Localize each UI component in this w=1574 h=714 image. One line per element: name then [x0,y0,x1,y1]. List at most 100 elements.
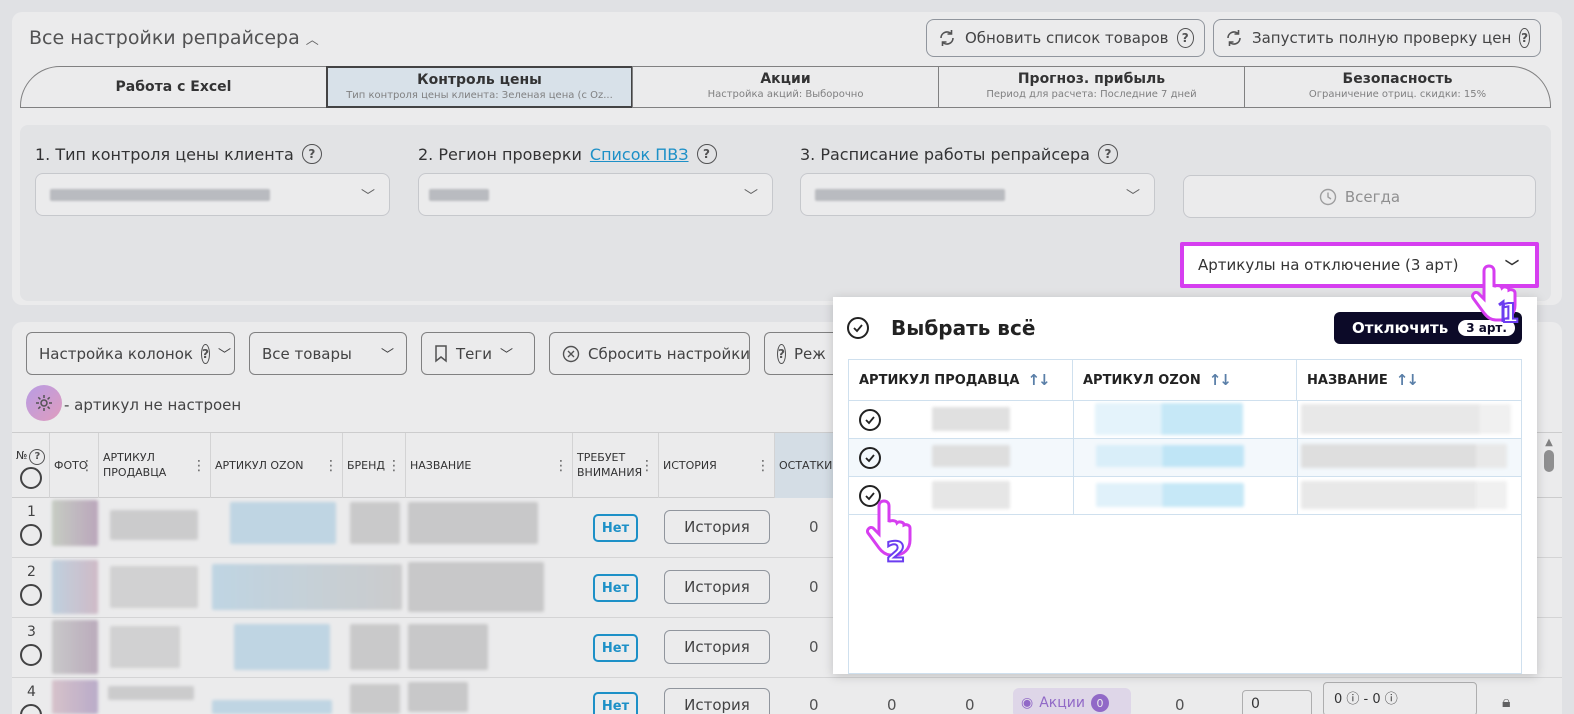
col-header-text: ТРЕБУЕТ ВНИМАНИЯ [577,451,643,479]
attention-badge[interactable]: Нет [593,514,638,542]
disable-button-label: Отключить [1352,319,1449,337]
price-input[interactable]: 0 [1242,690,1312,714]
attention-badge[interactable]: Нет [593,574,638,602]
more-vertical-icon[interactable]: ⋮ [640,459,654,473]
clock-icon [1319,188,1337,206]
article-row[interactable] [849,401,1521,439]
tags-filter[interactable]: Теги ﹀ [421,332,535,375]
price-range-field[interactable]: 0 ⓘ - 0 ⓘ [1323,682,1477,714]
field-label-text: 2. Регион проверки [418,144,582,164]
help-icon[interactable]: ? [29,449,46,465]
row-select-radio[interactable] [20,524,42,546]
check-circle-icon[interactable] [859,409,881,431]
help-icon[interactable]: ? [696,144,717,164]
product-photo [52,560,98,614]
scroll-up-icon[interactable]: ▲ [1543,437,1555,448]
columns-settings-button[interactable]: Настройка колонок ? ﹀ [26,332,235,375]
attention-badge[interactable]: Нет [593,692,638,714]
page-title[interactable]: Все настройки репрайсера ︿ [29,27,319,49]
table-row[interactable]: 4 Нет История 0 0 0 ◉ Акции 0 0 0 0 ⓘ - … [12,678,1562,714]
scrollbar-thumb[interactable] [1544,450,1554,472]
promo-button[interactable]: ◉ Акции 0 [1013,688,1131,714]
col-name[interactable]: НАЗВАНИЕ ↑↓ [1297,360,1521,401]
col-seller-article[interactable]: АРТИКУЛ ПРОДАВЦА ↑↓ [849,360,1073,401]
blurred-seller-article [110,626,180,668]
col-header-text: № [16,449,28,462]
tab-promotions[interactable]: Акции Настройка акций: Выборочно [632,66,939,108]
promo-count-badge: 0 [1090,694,1109,712]
help-icon[interactable]: ? [301,144,322,164]
more-vertical-icon[interactable]: ⋮ [192,459,206,473]
tab-price-control[interactable]: Контроль цены Тип контроля цены клиента:… [326,66,633,108]
select-all-radio[interactable] [20,467,42,489]
tab-sublabel: Тип контроля цены клиента: Зеленая цена … [346,90,613,101]
full-price-check-label: Запустить полную проверку цен [1252,29,1512,47]
cell-value: 0 [965,696,975,714]
row-select-radio[interactable] [20,584,42,606]
check-circle-icon[interactable] [847,317,869,339]
help-icon[interactable]: ? [1519,28,1530,48]
all-goods-filter[interactable]: Все товары ﹀ [249,332,407,375]
tab-sublabel: Период для расчета: Последние 7 дней [986,89,1197,100]
step-number: 2 [886,535,905,565]
attention-badge[interactable]: Нет [593,634,638,662]
refresh-goods-button[interactable]: Обновить список товаров ? [926,19,1205,57]
tab-security[interactable]: Безопасность Ограничение отриц. скидки: … [1244,66,1551,108]
history-button[interactable]: История [664,630,770,664]
reset-settings-button[interactable]: Сбросить настройки [549,332,750,375]
blurred-name [1301,481,1507,509]
schedule-select[interactable]: ﹀ [800,173,1155,216]
always-schedule-field[interactable]: Всегда [1183,175,1536,218]
blurred-ozon-article [212,700,332,714]
history-button[interactable]: История [664,510,770,544]
article-row[interactable] [849,439,1521,477]
tab-label: Безопасность [1342,71,1453,87]
blurred-name [408,562,544,612]
tab-excel[interactable]: Работа с Excel [20,66,327,108]
lock-icon[interactable]: 🔒︎ [1502,692,1511,712]
blurred-brand [350,684,400,714]
row-select-radio[interactable] [20,704,42,714]
more-vertical-icon[interactable]: ⋮ [387,459,401,473]
field-price-control-type-label: 1. Тип контроля цены клиента ? [35,144,322,164]
sort-icon[interactable]: ↑↓ [1209,371,1232,389]
help-icon[interactable]: ? [200,343,210,364]
check-circle-icon[interactable] [859,447,881,469]
col-header-text: АРТИКУЛ ПРОДАВЦА [859,372,1020,388]
row-number: 3 [27,624,36,640]
pvz-list-link[interactable]: Список ПВЗ [590,145,689,164]
sort-icon[interactable]: ↑↓ [1027,371,1050,389]
select-all-control[interactable]: Выбрать всё [847,316,1035,340]
region-select[interactable]: ﹀ [418,173,773,216]
price-control-type-select[interactable]: ﹀ [35,173,390,216]
col-seller-article: АРТИКУЛ ПРОДАВЦА ⋮ [99,433,211,499]
mode-label: Реж [793,344,826,363]
field-region-label: 2. Регион проверки Список ПВЗ ? [418,144,717,164]
row-number: 4 [27,684,36,700]
blurred-value [50,189,270,201]
more-vertical-icon[interactable]: ⋮ [756,459,770,473]
mode-button[interactable]: ? Реж [764,332,834,375]
col-number: № ? [12,433,50,499]
history-button[interactable]: История [664,570,770,604]
history-button[interactable]: История [664,688,770,714]
col-ozon-article[interactable]: АРТИКУЛ OZON ↑↓ [1073,360,1297,401]
tab-profit-forecast[interactable]: Прогноз. прибыль Период для расчета: Пос… [938,66,1245,108]
article-row[interactable] [849,477,1521,515]
all-goods-label: Все товары [262,344,352,363]
sort-icon[interactable]: ↑↓ [1396,371,1419,389]
row-select-radio[interactable] [20,644,42,666]
tab-label: Работа с Excel [115,79,232,95]
chevron-down-icon: ﹀ [744,189,758,205]
more-vertical-icon[interactable]: ⋮ [80,459,94,473]
full-price-check-button[interactable]: Запустить полную проверку цен ? [1213,19,1541,57]
help-icon[interactable]: ? [1097,144,1118,164]
scrollbar[interactable]: ▲ [1543,437,1555,477]
tags-label: Теги [456,344,493,363]
more-vertical-icon[interactable]: ⋮ [554,459,568,473]
help-icon[interactable]: ? [1176,28,1194,48]
column-divider [1073,401,1074,439]
more-vertical-icon[interactable]: ⋮ [324,459,338,473]
chevron-down-icon: ﹀ [217,348,231,363]
blurred-name [408,502,538,544]
